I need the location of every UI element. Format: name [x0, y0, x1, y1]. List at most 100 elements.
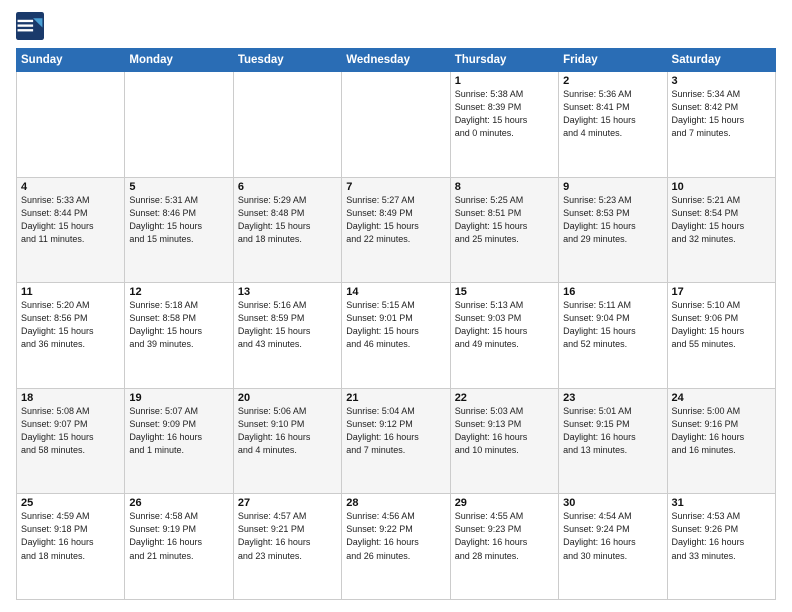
day-info: Sunrise: 5:31 AM Sunset: 8:46 PM Dayligh… [129, 194, 228, 246]
day-number: 22 [455, 392, 554, 404]
calendar-cell: 22Sunrise: 5:03 AM Sunset: 9:13 PM Dayli… [450, 388, 558, 494]
day-number: 8 [455, 181, 554, 193]
day-info: Sunrise: 4:59 AM Sunset: 9:18 PM Dayligh… [21, 510, 120, 562]
calendar-cell: 5Sunrise: 5:31 AM Sunset: 8:46 PM Daylig… [125, 177, 233, 283]
calendar-cell: 18Sunrise: 5:08 AM Sunset: 9:07 PM Dayli… [17, 388, 125, 494]
calendar-cell: 16Sunrise: 5:11 AM Sunset: 9:04 PM Dayli… [559, 283, 667, 389]
day-info: Sunrise: 5:36 AM Sunset: 8:41 PM Dayligh… [563, 88, 662, 140]
day-info: Sunrise: 5:13 AM Sunset: 9:03 PM Dayligh… [455, 299, 554, 351]
page: SundayMondayTuesdayWednesdayThursdayFrid… [0, 0, 792, 612]
calendar-cell: 9Sunrise: 5:23 AM Sunset: 8:53 PM Daylig… [559, 177, 667, 283]
day-number: 14 [346, 286, 445, 298]
weekday-header: Sunday [17, 49, 125, 72]
day-info: Sunrise: 5:27 AM Sunset: 8:49 PM Dayligh… [346, 194, 445, 246]
calendar-cell: 25Sunrise: 4:59 AM Sunset: 9:18 PM Dayli… [17, 494, 125, 600]
calendar-row: 11Sunrise: 5:20 AM Sunset: 8:56 PM Dayli… [17, 283, 776, 389]
day-number: 29 [455, 497, 554, 509]
header [16, 12, 776, 40]
day-number: 26 [129, 497, 228, 509]
calendar-cell: 1Sunrise: 5:38 AM Sunset: 8:39 PM Daylig… [450, 72, 558, 178]
day-info: Sunrise: 5:23 AM Sunset: 8:53 PM Dayligh… [563, 194, 662, 246]
day-number: 23 [563, 392, 662, 404]
calendar-cell: 19Sunrise: 5:07 AM Sunset: 9:09 PM Dayli… [125, 388, 233, 494]
day-number: 18 [21, 392, 120, 404]
day-info: Sunrise: 4:55 AM Sunset: 9:23 PM Dayligh… [455, 510, 554, 562]
day-number: 30 [563, 497, 662, 509]
day-info: Sunrise: 4:56 AM Sunset: 9:22 PM Dayligh… [346, 510, 445, 562]
calendar-cell [125, 72, 233, 178]
day-number: 27 [238, 497, 337, 509]
calendar-cell [233, 72, 341, 178]
day-info: Sunrise: 5:16 AM Sunset: 8:59 PM Dayligh… [238, 299, 337, 351]
calendar-cell: 23Sunrise: 5:01 AM Sunset: 9:15 PM Dayli… [559, 388, 667, 494]
calendar-cell: 12Sunrise: 5:18 AM Sunset: 8:58 PM Dayli… [125, 283, 233, 389]
day-info: Sunrise: 5:08 AM Sunset: 9:07 PM Dayligh… [21, 405, 120, 457]
day-number: 7 [346, 181, 445, 193]
day-number: 16 [563, 286, 662, 298]
weekday-header: Tuesday [233, 49, 341, 72]
calendar-cell: 13Sunrise: 5:16 AM Sunset: 8:59 PM Dayli… [233, 283, 341, 389]
calendar-table: SundayMondayTuesdayWednesdayThursdayFrid… [16, 48, 776, 600]
day-info: Sunrise: 5:21 AM Sunset: 8:54 PM Dayligh… [672, 194, 771, 246]
calendar-cell: 4Sunrise: 5:33 AM Sunset: 8:44 PM Daylig… [17, 177, 125, 283]
calendar-row: 18Sunrise: 5:08 AM Sunset: 9:07 PM Dayli… [17, 388, 776, 494]
day-number: 10 [672, 181, 771, 193]
weekday-header: Saturday [667, 49, 775, 72]
calendar-cell: 2Sunrise: 5:36 AM Sunset: 8:41 PM Daylig… [559, 72, 667, 178]
day-number: 2 [563, 75, 662, 87]
day-number: 12 [129, 286, 228, 298]
day-number: 28 [346, 497, 445, 509]
calendar-cell: 27Sunrise: 4:57 AM Sunset: 9:21 PM Dayli… [233, 494, 341, 600]
day-info: Sunrise: 4:54 AM Sunset: 9:24 PM Dayligh… [563, 510, 662, 562]
day-number: 5 [129, 181, 228, 193]
calendar-cell: 28Sunrise: 4:56 AM Sunset: 9:22 PM Dayli… [342, 494, 450, 600]
calendar-cell: 14Sunrise: 5:15 AM Sunset: 9:01 PM Dayli… [342, 283, 450, 389]
day-number: 6 [238, 181, 337, 193]
calendar-cell: 29Sunrise: 4:55 AM Sunset: 9:23 PM Dayli… [450, 494, 558, 600]
logo-icon [16, 12, 44, 40]
day-info: Sunrise: 5:18 AM Sunset: 8:58 PM Dayligh… [129, 299, 228, 351]
calendar-cell: 11Sunrise: 5:20 AM Sunset: 8:56 PM Dayli… [17, 283, 125, 389]
weekday-header: Monday [125, 49, 233, 72]
calendar-cell: 20Sunrise: 5:06 AM Sunset: 9:10 PM Dayli… [233, 388, 341, 494]
calendar-cell: 3Sunrise: 5:34 AM Sunset: 8:42 PM Daylig… [667, 72, 775, 178]
day-info: Sunrise: 5:33 AM Sunset: 8:44 PM Dayligh… [21, 194, 120, 246]
day-number: 13 [238, 286, 337, 298]
day-number: 3 [672, 75, 771, 87]
day-info: Sunrise: 5:07 AM Sunset: 9:09 PM Dayligh… [129, 405, 228, 457]
day-info: Sunrise: 5:38 AM Sunset: 8:39 PM Dayligh… [455, 88, 554, 140]
day-info: Sunrise: 5:03 AM Sunset: 9:13 PM Dayligh… [455, 405, 554, 457]
calendar-row: 4Sunrise: 5:33 AM Sunset: 8:44 PM Daylig… [17, 177, 776, 283]
calendar-cell: 26Sunrise: 4:58 AM Sunset: 9:19 PM Dayli… [125, 494, 233, 600]
day-info: Sunrise: 5:06 AM Sunset: 9:10 PM Dayligh… [238, 405, 337, 457]
day-number: 19 [129, 392, 228, 404]
day-number: 4 [21, 181, 120, 193]
day-info: Sunrise: 5:15 AM Sunset: 9:01 PM Dayligh… [346, 299, 445, 351]
calendar-row: 1Sunrise: 5:38 AM Sunset: 8:39 PM Daylig… [17, 72, 776, 178]
calendar-cell: 17Sunrise: 5:10 AM Sunset: 9:06 PM Dayli… [667, 283, 775, 389]
day-number: 20 [238, 392, 337, 404]
day-info: Sunrise: 5:01 AM Sunset: 9:15 PM Dayligh… [563, 405, 662, 457]
day-number: 17 [672, 286, 771, 298]
weekday-header: Friday [559, 49, 667, 72]
day-number: 1 [455, 75, 554, 87]
calendar-cell: 10Sunrise: 5:21 AM Sunset: 8:54 PM Dayli… [667, 177, 775, 283]
day-info: Sunrise: 5:29 AM Sunset: 8:48 PM Dayligh… [238, 194, 337, 246]
calendar-cell [17, 72, 125, 178]
weekday-header: Thursday [450, 49, 558, 72]
calendar-cell: 24Sunrise: 5:00 AM Sunset: 9:16 PM Dayli… [667, 388, 775, 494]
day-number: 31 [672, 497, 771, 509]
day-info: Sunrise: 5:11 AM Sunset: 9:04 PM Dayligh… [563, 299, 662, 351]
day-number: 15 [455, 286, 554, 298]
day-info: Sunrise: 5:20 AM Sunset: 8:56 PM Dayligh… [21, 299, 120, 351]
day-number: 11 [21, 286, 120, 298]
calendar-cell: 6Sunrise: 5:29 AM Sunset: 8:48 PM Daylig… [233, 177, 341, 283]
day-info: Sunrise: 4:58 AM Sunset: 9:19 PM Dayligh… [129, 510, 228, 562]
day-info: Sunrise: 5:34 AM Sunset: 8:42 PM Dayligh… [672, 88, 771, 140]
day-info: Sunrise: 5:04 AM Sunset: 9:12 PM Dayligh… [346, 405, 445, 457]
calendar-cell: 30Sunrise: 4:54 AM Sunset: 9:24 PM Dayli… [559, 494, 667, 600]
day-number: 25 [21, 497, 120, 509]
day-info: Sunrise: 5:10 AM Sunset: 9:06 PM Dayligh… [672, 299, 771, 351]
day-info: Sunrise: 4:53 AM Sunset: 9:26 PM Dayligh… [672, 510, 771, 562]
day-number: 21 [346, 392, 445, 404]
